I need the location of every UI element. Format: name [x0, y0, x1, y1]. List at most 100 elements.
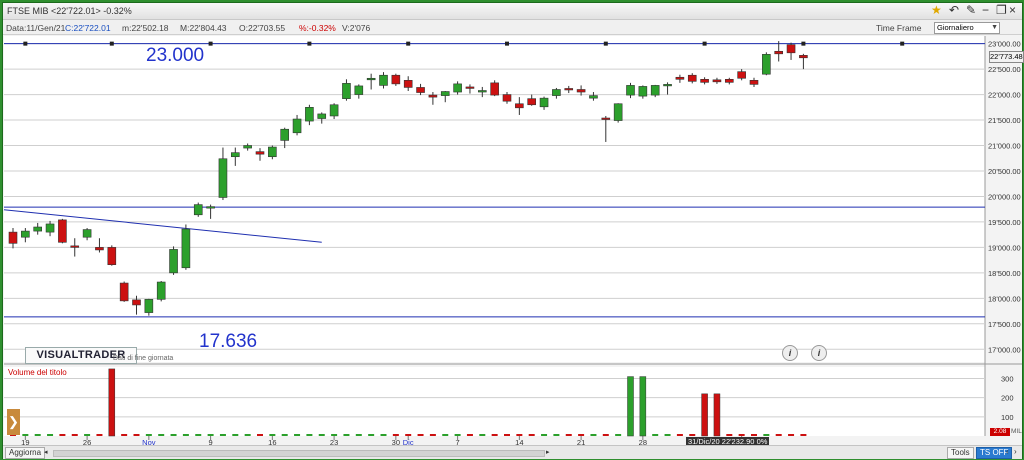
- logo-subtitle: Dati di fine giornata: [113, 355, 174, 362]
- y-tick-label: 20'000.00: [988, 192, 1021, 201]
- candle-body: [552, 89, 561, 96]
- footer-bar: Aggiorna ◂ ▸ Tools TS OFF ‹ ›: [3, 445, 1022, 459]
- volume-bar: [713, 393, 721, 437]
- x-tick-label: 23: [330, 438, 338, 445]
- candle-body: [391, 74, 401, 85]
- y-tick-label: 21'500.00: [988, 116, 1021, 125]
- candle-body: [527, 98, 537, 106]
- candle-body: [786, 44, 796, 54]
- y-tick-label: 17'500.00: [988, 320, 1021, 329]
- candle-body: [502, 94, 512, 102]
- candle-body: [539, 97, 549, 108]
- candle-body: [268, 146, 277, 158]
- volume-unit: MIL: [1011, 428, 1022, 435]
- volume-bar: [108, 368, 116, 437]
- y-tick-label: 21'000.00: [988, 142, 1021, 151]
- candle-body: [33, 226, 43, 232]
- candle-body: [305, 107, 314, 122]
- x-tick-label: 7: [456, 438, 460, 445]
- candle-body: [95, 247, 104, 251]
- candle-body: [589, 95, 598, 99]
- candle-body: [45, 223, 55, 233]
- y-tick-label: 18'000.00: [988, 294, 1021, 303]
- candle-body: [255, 151, 265, 155]
- chevron-right-icon[interactable]: ›: [1014, 447, 1017, 456]
- candle-body: [737, 71, 746, 79]
- chart-window: FTSE MIB <22'722.01> -0.32% ★ ↶ ✎ − ❐ × …: [2, 2, 1024, 459]
- candle-body: [515, 103, 524, 109]
- x-tick-label: 30: [392, 438, 400, 445]
- x-tick-label: 16: [268, 438, 276, 445]
- line-handle: [406, 41, 411, 46]
- scroll-left-icon[interactable]: ◂: [44, 448, 48, 456]
- y-tick-label: 20'500.00: [988, 167, 1021, 176]
- candle-body: [329, 104, 339, 117]
- candle-body: [354, 85, 364, 95]
- candle-body: [626, 85, 635, 96]
- y-tick-label: 23'000.00: [988, 40, 1021, 49]
- high-level-label: 23.000: [146, 45, 205, 66]
- line-handle: [307, 41, 312, 46]
- candle-body: [712, 79, 722, 83]
- candle-body: [774, 50, 784, 55]
- candle-body: [564, 88, 574, 91]
- y-tick-label: 19'000.00: [988, 243, 1021, 252]
- x-tick-label: 26: [83, 438, 91, 445]
- candle-body: [687, 74, 697, 82]
- line-handle: [208, 41, 213, 46]
- volume-value-tag: 2.08: [990, 428, 1010, 436]
- chevron-left-icon[interactable]: ‹: [1006, 447, 1009, 456]
- candle-body: [799, 55, 808, 59]
- candle-body: [119, 282, 129, 302]
- candle-body: [21, 230, 30, 238]
- candle-body: [8, 231, 18, 244]
- volume-tick-label: 100: [1001, 413, 1014, 422]
- candle-body: [342, 83, 351, 99]
- candle-body: [663, 84, 672, 87]
- line-handle: [23, 41, 28, 46]
- candle-body: [379, 74, 388, 86]
- candle-body: [132, 299, 141, 306]
- info-icon[interactable]: i: [811, 345, 827, 361]
- candle-body: [107, 247, 117, 266]
- candle-body: [243, 145, 252, 149]
- expand-arrow-icon[interactable]: ❯: [7, 409, 20, 435]
- x-tick-label: 9: [209, 438, 213, 445]
- candle-body: [675, 76, 685, 80]
- volume-bar: [639, 376, 647, 437]
- line-handle: [505, 41, 509, 46]
- candle-body: [206, 206, 215, 209]
- aggiorna-button[interactable]: Aggiorna: [5, 447, 46, 459]
- low-level-label: 17.636: [199, 331, 258, 352]
- volume-bar: [701, 393, 708, 437]
- candle-body: [613, 103, 623, 121]
- price-chart[interactable]: 17'000.00 17'500.00 18'000.00 18'500.00 19'0…: [3, 3, 1022, 445]
- candle-body: [280, 128, 290, 141]
- candle-body: [218, 158, 228, 198]
- y-tick-label: 19'500.00: [988, 218, 1021, 227]
- candle-body: [403, 80, 413, 88]
- volume-tick-label: 300: [1001, 375, 1014, 384]
- candle-body: [465, 86, 475, 89]
- candle-body: [317, 113, 327, 119]
- y-tick-label: 17'000.00: [988, 345, 1021, 354]
- candle-body: [82, 229, 92, 238]
- candle-body: [490, 82, 499, 96]
- candle-body: [366, 77, 376, 81]
- horizontal-scrollbar[interactable]: [53, 450, 545, 457]
- tools-button[interactable]: Tools: [947, 447, 974, 459]
- candle-body: [70, 245, 80, 248]
- candle-body: [650, 85, 660, 96]
- candle-body: [181, 228, 191, 269]
- candle-body: [638, 86, 648, 97]
- info-icon[interactable]: i: [782, 345, 798, 361]
- candle-body: [292, 118, 302, 134]
- x-tick-label: Dic: [403, 438, 414, 445]
- volume-tick-label: 200: [1001, 394, 1014, 403]
- candle-body: [58, 219, 67, 243]
- candle-body: [428, 94, 438, 98]
- candle-body: [231, 152, 240, 158]
- candle-body: [416, 87, 425, 93]
- scroll-right-icon[interactable]: ▸: [546, 448, 550, 456]
- y-tick-label: 22'500.00: [988, 65, 1021, 74]
